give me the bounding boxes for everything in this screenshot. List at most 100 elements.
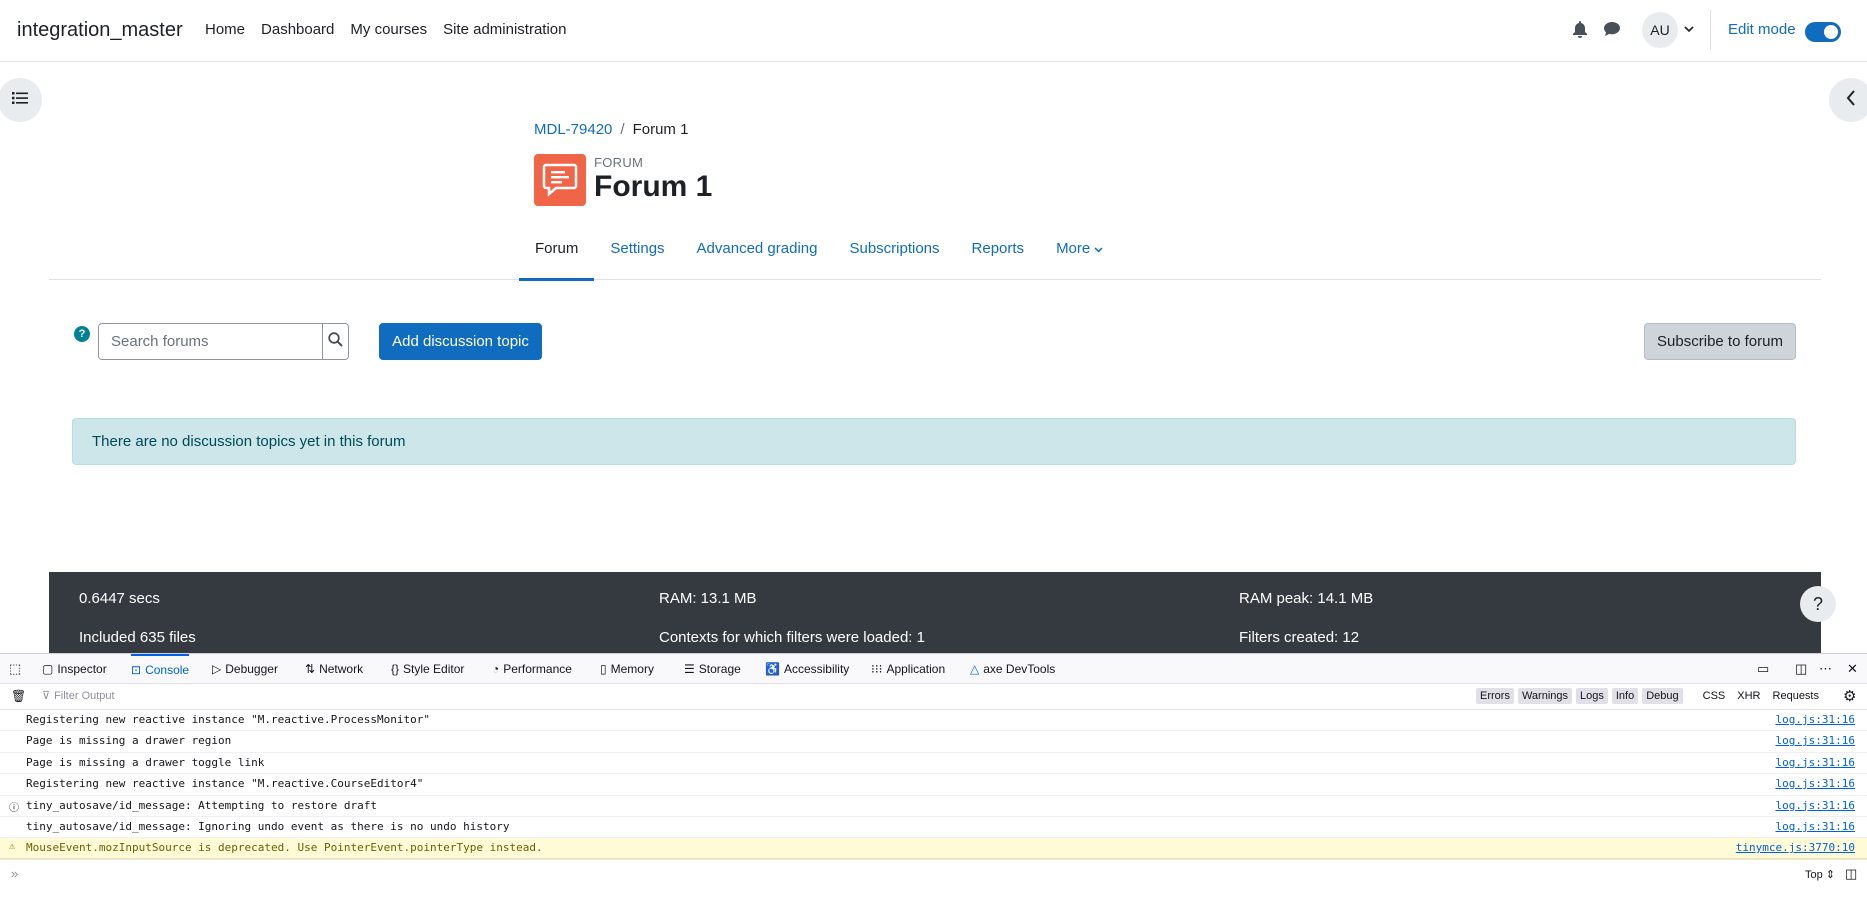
devtools-tab-accessibility[interactable]: ♿ Accessibility <box>765 654 849 684</box>
log-message: Registering new reactive instance "M.rea… <box>26 713 430 726</box>
responsive-design-icon[interactable]: ▭ <box>1757 661 1769 677</box>
log-message: Registering new reactive instance "M.rea… <box>26 777 424 791</box>
perf-ram: RAM: 13.1 MB <box>659 590 757 607</box>
tab-more[interactable]: More <box>1040 232 1119 280</box>
log-message: Page is missing a drawer toggle link <box>26 755 265 769</box>
info-icon: ⓘ <box>9 802 19 814</box>
footer-help-button[interactable]: ? <box>1800 586 1836 622</box>
devtools-tab-memory-label: Memory <box>610 662 654 676</box>
log-row: Registering new reactive instance "M.rea… <box>0 774 1867 796</box>
clear-console-icon[interactable]: 🗑 <box>11 689 26 703</box>
add-discussion-button[interactable]: Add discussion topic <box>379 323 542 360</box>
filter-css[interactable]: CSS <box>1699 688 1730 704</box>
user-avatar[interactable]: AU <box>1642 12 1678 48</box>
log-source-link[interactable]: log.js:31:16 <box>1776 799 1855 812</box>
devtools-tab-network[interactable]: ⇅ Network <box>305 654 363 684</box>
devtools-tab-style-editor[interactable]: {} Style Editor <box>391 654 464 684</box>
toggle-knob <box>1824 25 1838 39</box>
devtools-tab-inspector-label: Inspector <box>57 662 107 676</box>
bell-icon[interactable] <box>1572 21 1590 39</box>
split-editor-icon[interactable]: ◫ <box>1845 866 1857 882</box>
filter-xhr[interactable]: XHR <box>1733 688 1764 704</box>
filter-info[interactable]: Info <box>1611 688 1639 704</box>
devtools-panel: ⬚ ▢ Inspector ⊡ Console ▷ Debugger ⇅ Network… <box>0 653 1867 906</box>
breadcrumb-course[interactable]: MDL-79420 <box>534 121 612 138</box>
storage-icon: ☰ <box>684 662 695 676</box>
messages-icon[interactable] <box>1603 21 1621 39</box>
log-message: tiny_autosave/id_message: Attempting to … <box>26 798 377 812</box>
log-source-link[interactable]: log.js:31:16 <box>1776 777 1855 790</box>
log-row-warning: ⚠ MouseEvent.mozInputSource is deprecate… <box>0 838 1867 860</box>
block-drawer-toggle[interactable] <box>1829 78 1867 122</box>
tab-reports[interactable]: Reports <box>956 232 1041 280</box>
close-icon[interactable]: ✕ <box>1847 661 1858 677</box>
help-icon[interactable]: ? <box>74 326 90 342</box>
log-source-link[interactable]: log.js:31:16 <box>1776 820 1855 833</box>
course-index-toggle[interactable] <box>0 78 42 122</box>
edit-mode-toggle[interactable] <box>1805 22 1841 42</box>
nav-dashboard[interactable]: Dashboard <box>261 21 334 38</box>
devtools-tab-console-label: Console <box>145 663 190 677</box>
tab-forum[interactable]: Forum <box>519 232 595 281</box>
console-log-list: Registering new reactive instance "M.rea… <box>0 710 1867 860</box>
devtools-tab-accessibility-label: Accessibility <box>783 662 850 676</box>
log-source-link[interactable]: log.js:31:16 <box>1776 734 1855 747</box>
devtools-tab-application[interactable]: ⁝⁝⁝ Application <box>871 654 945 684</box>
console-prompt-icon: » <box>11 866 19 881</box>
site-brand[interactable]: integration_master <box>17 19 183 42</box>
devtools-tab-memory[interactable]: ▯ Memory <box>600 654 654 684</box>
devtools-tab-inspector[interactable]: ▢ Inspector <box>42 654 107 684</box>
edit-mode-label[interactable]: Edit mode <box>1728 21 1796 38</box>
tab-advanced-grading[interactable]: Advanced grading <box>681 232 834 280</box>
devtools-tab-axe[interactable]: △ axe DevTools <box>970 654 1055 684</box>
primary-navigation: Home Dashboard My courses Site administr… <box>205 21 583 38</box>
chevron-left-icon <box>1846 89 1856 111</box>
more-options-icon[interactable]: ⋯ <box>1819 661 1832 677</box>
console-filterbar: 🗑 ⊽ Filter Output Errors Warnings Logs I… <box>0 684 1867 710</box>
search-input[interactable] <box>99 324 322 359</box>
tab-subscriptions[interactable]: Subscriptions <box>833 232 955 280</box>
search-forums <box>98 323 349 360</box>
breadcrumb: MDL-79420 / Forum 1 <box>534 121 688 138</box>
context-selector[interactable]: Top ⇕ <box>1805 868 1835 881</box>
tab-settings[interactable]: Settings <box>594 232 680 280</box>
search-button[interactable] <box>322 324 348 359</box>
filter-logs[interactable]: Logs <box>1576 688 1608 704</box>
context-selector-label: Top <box>1805 869 1823 881</box>
filter-requests[interactable]: Requests <box>1769 688 1823 704</box>
nav-home[interactable]: Home <box>205 21 245 38</box>
filter-errors[interactable]: Errors <box>1476 688 1514 704</box>
network-icon: ⇅ <box>305 662 316 676</box>
devtools-tab-application-label: Application <box>886 662 946 676</box>
devtools-tab-console[interactable]: ⊡ Console <box>131 654 190 684</box>
dock-icon[interactable]: ◫ <box>1795 661 1807 677</box>
log-source-link[interactable]: log.js:31:16 <box>1776 756 1855 769</box>
log-message: Page is missing a drawer region <box>26 734 232 748</box>
console-input[interactable]: » Top ⇕ ◫ <box>0 858 1867 888</box>
nav-my-courses[interactable]: My courses <box>350 21 427 38</box>
navbar-divider <box>1710 10 1711 50</box>
subscribe-button[interactable]: Subscribe to forum <box>1644 323 1796 360</box>
style-editor-icon: {} <box>391 662 400 676</box>
log-source-link[interactable]: tinymce.js:3770:10 <box>1736 841 1855 854</box>
log-source-link[interactable]: log.js:31:16 <box>1776 713 1855 726</box>
pick-element-icon[interactable]: ⬚ <box>9 661 21 677</box>
user-menu-chevron-icon[interactable] <box>1684 22 1694 36</box>
perf-files: Included 635 files <box>79 629 196 646</box>
log-row: Page is missing a drawer region log.js:3… <box>0 731 1867 753</box>
perf-filters: Filters created: 12 <box>1239 629 1360 646</box>
chevron-down-icon <box>1094 240 1103 257</box>
devtools-tab-storage[interactable]: ☰ Storage <box>684 654 741 684</box>
nav-site-administration[interactable]: Site administration <box>443 21 566 38</box>
devtools-tab-performance-label: Performance <box>503 662 572 676</box>
devtools-tabbar: ⬚ ▢ Inspector ⊡ Console ▷ Debugger ⇅ Network… <box>0 654 1867 684</box>
filter-output-field[interactable]: ⊽ Filter Output <box>42 689 115 703</box>
inspector-icon: ▢ <box>42 662 54 676</box>
filter-warnings[interactable]: Warnings <box>1517 688 1573 704</box>
console-settings-gear-icon[interactable]: ⚙ <box>1843 687 1856 705</box>
perf-contexts: Contexts for which filters were loaded: … <box>659 629 925 646</box>
devtools-tab-debugger[interactable]: ▷ Debugger <box>212 654 278 684</box>
filter-debug[interactable]: Debug <box>1642 688 1683 704</box>
devtools-tab-performance[interactable]: ◔ Performance <box>492 654 572 684</box>
perf-ram-peak: RAM peak: 14.1 MB <box>1239 590 1374 607</box>
